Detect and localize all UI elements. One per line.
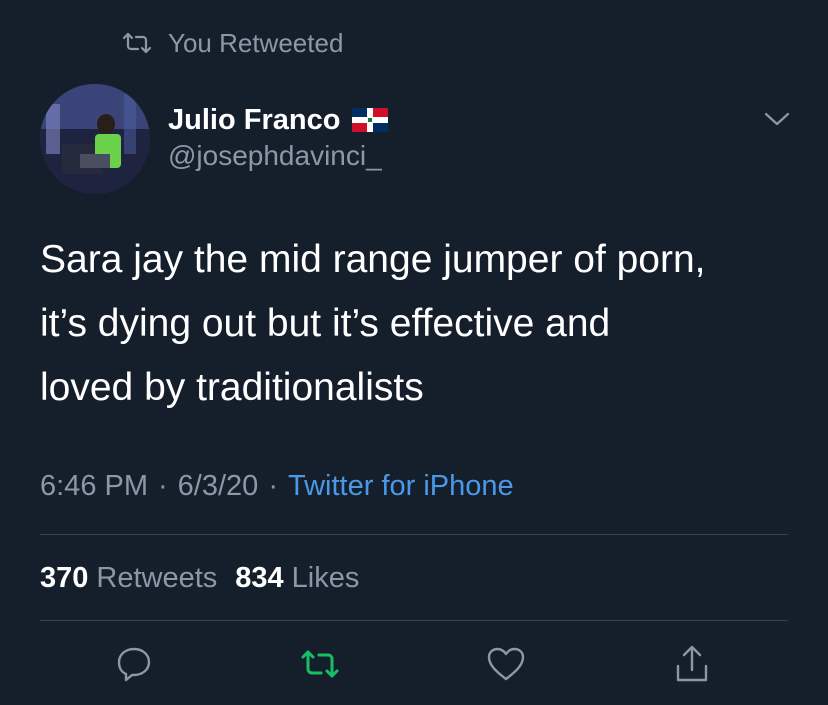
retweet-button[interactable] bbox=[298, 644, 342, 688]
avatar[interactable] bbox=[40, 84, 150, 194]
retweet-icon bbox=[120, 26, 154, 60]
author-name[interactable]: Julio Franco bbox=[168, 104, 340, 137]
retweets-label[interactable]: Retweets bbox=[96, 562, 217, 595]
heart-icon bbox=[486, 646, 526, 687]
reply-button[interactable] bbox=[112, 644, 156, 688]
likes-count[interactable]: 834 bbox=[235, 562, 283, 595]
tweet-meta: 6:46 PM · 6/3/20 · Twitter for iPhone bbox=[40, 466, 514, 506]
tweet-text: Sara jay the mid range jumper of porn, i… bbox=[40, 238, 706, 409]
dominican-republic-flag-icon bbox=[352, 108, 389, 132]
author-info: Julio Franco @josephdavinci_ bbox=[168, 102, 389, 172]
reply-icon bbox=[115, 645, 153, 688]
meta-separator: · bbox=[268, 469, 278, 502]
author-handle[interactable]: @josephdavinci_ bbox=[168, 140, 388, 172]
divider bbox=[40, 534, 788, 535]
share-icon bbox=[673, 644, 711, 689]
retweet-icon bbox=[300, 649, 340, 684]
retweet-banner: You Retweeted bbox=[120, 26, 343, 60]
retweets-count[interactable]: 370 bbox=[40, 562, 88, 595]
meta-separator: · bbox=[158, 469, 168, 502]
tweet-date: 6/3/20 bbox=[177, 469, 259, 502]
retweet-banner-text: You Retweeted bbox=[168, 27, 344, 58]
likes-label[interactable]: Likes bbox=[292, 562, 360, 595]
tweet-time: 6:46 PM bbox=[40, 469, 148, 502]
tweet-source-link[interactable]: Twitter for iPhone bbox=[288, 470, 514, 503]
action-bar bbox=[0, 644, 828, 688]
divider bbox=[40, 620, 788, 621]
share-button[interactable] bbox=[670, 644, 714, 688]
tweet-stats: 370 Retweets 834 Likes bbox=[40, 558, 359, 598]
chevron-down-icon[interactable] bbox=[760, 104, 794, 134]
like-button[interactable] bbox=[484, 644, 528, 688]
